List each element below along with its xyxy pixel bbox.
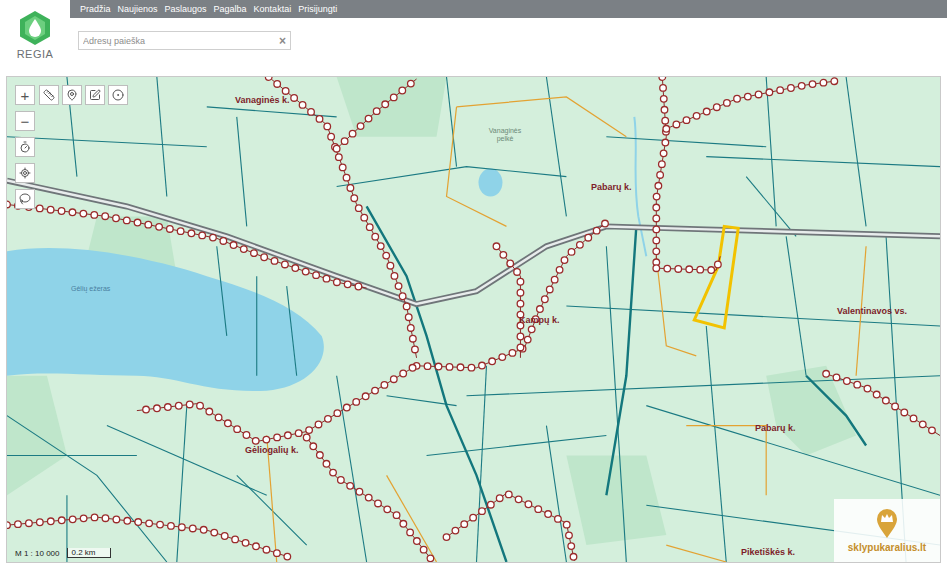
zoom-in-button[interactable]: + [15,85,35,105]
pin-icon [66,89,78,101]
lasso-button[interactable] [15,189,35,209]
pin-button[interactable] [62,85,82,105]
map-label: Valentinavos vs. [837,306,907,316]
ruler-icon [43,89,55,101]
search-row: × [70,18,947,50]
control-column: +− [15,85,35,209]
watermark-text: sklypukaralius.lt [848,542,926,553]
search-box: × [78,31,291,50]
edit-button[interactable] [85,85,105,105]
map-label: Vanaginės pelkė [485,127,525,143]
parcel-lines [7,77,940,562]
scale: M 1 : 10 000 0.2 km [15,548,111,558]
tool-row [39,85,128,105]
nav-link[interactable]: Paslaugos [165,4,207,14]
locate-button[interactable] [15,163,35,183]
lake [7,248,324,391]
nav-link[interactable]: Kontaktai [254,4,292,14]
regia-logo-icon [17,10,53,46]
target-icon [112,89,124,101]
measure-button[interactable] [39,85,59,105]
pond [478,169,502,197]
clear-button[interactable]: × [279,35,286,47]
edit-icon [89,89,101,101]
map-label: Kampų k. [519,315,560,325]
logo-text: REGIA [17,48,54,60]
forest-areas [7,77,856,545]
scale-bar: 0.2 km [67,548,110,558]
map-label: Gėlių ežeras [71,285,110,293]
orange-lines [267,97,866,562]
lasso-icon [19,193,31,205]
local-roads [367,206,866,562]
nav-bar: Pradžia Naujienos Paslaugos Pagalba Kontakta… [70,0,947,18]
power-lines [7,77,940,562]
nav-link[interactable]: Naujienos [118,4,158,14]
search-input[interactable] [83,34,279,48]
map-canvas[interactable] [7,77,940,562]
page: REGIA Pradžia Naujienos Paslaugos Pagalba Kon… [0,0,947,570]
zoom-out-button[interactable]: − [15,111,35,131]
map-label: Gėliogalių k. [245,445,299,455]
nav-link[interactable]: Prisijungti [298,4,337,14]
crosshair-icon [19,167,31,179]
map-controls: +− [15,85,128,209]
header-main: Pradžia Naujienos Paslaugos Pagalba Kontakta… [70,0,947,76]
map[interactable]: Vanaginės k. Pabarų k. Kampų k. Valentinavo… [6,76,941,563]
selected-parcel[interactable] [694,226,738,328]
timer-icon [19,141,31,153]
logo[interactable]: REGIA [0,0,70,76]
map-label: Pabarų k. [755,423,796,433]
map-label: Pabarų k. [591,182,632,192]
highway [7,181,940,304]
nav-link[interactable]: Pagalba [214,4,247,14]
map-label: Piketiškės k. [741,547,795,557]
target-button[interactable] [108,85,128,105]
nav-link[interactable]: Pradžia [80,4,111,14]
crown-pin-icon [875,509,899,539]
history-button[interactable] [15,137,35,157]
scale-ratio: M 1 : 10 000 [15,549,59,558]
watermark: sklypukaralius.lt [834,499,940,562]
header: REGIA Pradžia Naujienos Paslaugos Pagalba Kon… [0,0,947,76]
map-label: Vanaginės k. [235,95,290,105]
